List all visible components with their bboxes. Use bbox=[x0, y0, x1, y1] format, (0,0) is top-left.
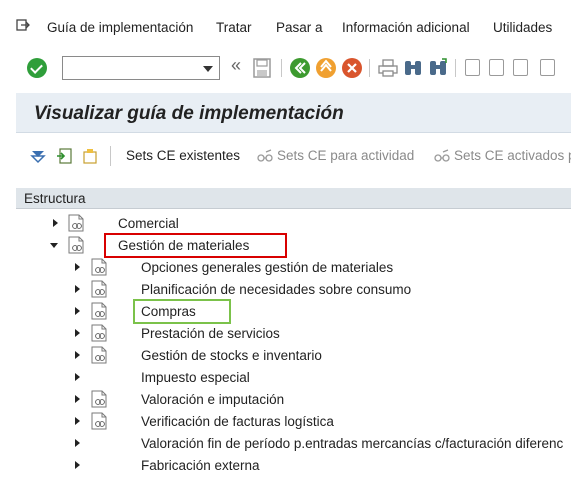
highlight-box-red bbox=[104, 233, 287, 258]
documentation-icon[interactable] bbox=[91, 324, 107, 342]
system-toolbar: « bbox=[0, 50, 571, 86]
toolbar-separator bbox=[369, 59, 370, 77]
expand-arrow-icon[interactable] bbox=[75, 351, 80, 359]
tree-node-valoracion-imputacion[interactable]: Valoración e imputación bbox=[16, 388, 571, 410]
tree-node-comercial[interactable]: Comercial bbox=[16, 212, 571, 234]
expand-all-icon[interactable] bbox=[30, 148, 46, 164]
expand-arrow-icon[interactable] bbox=[75, 263, 80, 271]
expand-arrow-icon[interactable] bbox=[75, 329, 80, 337]
tree-node-gestion-materiales[interactable]: Gestión de materiales bbox=[16, 234, 571, 256]
application-toolbar: Sets CE existentes Sets CE para activida… bbox=[16, 134, 571, 178]
first-page-icon[interactable] bbox=[465, 59, 480, 76]
toolbar-separator bbox=[281, 59, 282, 77]
command-field[interactable] bbox=[62, 56, 220, 80]
documentation-icon[interactable] bbox=[91, 258, 107, 276]
sets-ce-activados-button[interactable]: Sets CE activados p bbox=[454, 148, 571, 163]
tree-node-label: Planificación de necesidades sobre consu… bbox=[141, 282, 412, 297]
tree-node-prestacion-servicios[interactable]: Prestación de servicios bbox=[16, 322, 571, 344]
expand-arrow-icon[interactable] bbox=[75, 373, 80, 381]
enter-icon[interactable] bbox=[27, 58, 47, 78]
save-icon[interactable] bbox=[253, 58, 271, 78]
tree-node-label: Valoración fin de período p.entradas mer… bbox=[141, 436, 564, 451]
documentation-icon[interactable] bbox=[91, 280, 107, 298]
page-title: Visualizar guía de implementación bbox=[34, 103, 344, 124]
tree-header: Estructura bbox=[16, 188, 571, 209]
last-page-icon[interactable] bbox=[540, 59, 555, 76]
toolbar-separator bbox=[110, 146, 111, 166]
glasses-icon bbox=[257, 149, 273, 162]
chevron-down-icon[interactable] bbox=[203, 66, 213, 72]
sets-ce-existentes-button[interactable]: Sets CE existentes bbox=[126, 148, 240, 163]
documentation-icon[interactable] bbox=[68, 214, 84, 232]
previous-page-icon[interactable] bbox=[489, 59, 504, 76]
tree-node-opciones-generales[interactable]: Opciones generales gestión de materiales bbox=[16, 256, 571, 278]
expand-arrow-icon[interactable] bbox=[75, 285, 80, 293]
documentation-icon[interactable] bbox=[91, 302, 107, 320]
tree-node-label: Valoración e imputación bbox=[141, 392, 285, 407]
print-icon[interactable] bbox=[378, 59, 398, 77]
expand-arrow-icon[interactable] bbox=[75, 417, 80, 425]
tree-node-fabricacion-externa[interactable]: Fabricación externa bbox=[16, 454, 571, 476]
tree-node-label: Prestación de servicios bbox=[141, 326, 280, 341]
tree-node-planificacion[interactable]: Planificación de necesidades sobre consu… bbox=[16, 278, 571, 300]
tree-node-verificacion-facturas[interactable]: Verificación de facturas logística bbox=[16, 410, 571, 432]
exit-icon[interactable] bbox=[316, 58, 336, 78]
find-icon[interactable] bbox=[403, 58, 423, 78]
menu-pasar-a[interactable]: Pasar a bbox=[276, 20, 323, 35]
back-icon[interactable] bbox=[290, 58, 310, 78]
collapse-icon[interactable]: « bbox=[231, 55, 241, 76]
documentation-icon[interactable] bbox=[91, 412, 107, 430]
toolbar-separator bbox=[455, 59, 456, 77]
find-next-icon[interactable] bbox=[428, 58, 448, 78]
expand-arrow-icon[interactable] bbox=[53, 219, 58, 227]
menu-utilidades[interactable]: Utilidades bbox=[493, 20, 552, 35]
next-page-icon[interactable] bbox=[513, 59, 528, 76]
menu-guia-implementacion[interactable]: Guía de implementación bbox=[47, 20, 193, 35]
exit-menu-icon[interactable] bbox=[16, 19, 30, 31]
menu-tratar[interactable]: Tratar bbox=[216, 20, 252, 35]
documentation-icon[interactable] bbox=[68, 236, 84, 254]
title-bar: Visualizar guía de implementación bbox=[16, 93, 571, 133]
cancel-icon[interactable] bbox=[342, 58, 362, 78]
glasses-icon bbox=[434, 149, 450, 162]
structure-tree: Estructura Comercial Gestión de material… bbox=[16, 188, 571, 482]
sets-ce-para-actividad-button[interactable]: Sets CE para actividad bbox=[277, 148, 414, 163]
highlight-box-green bbox=[133, 299, 231, 324]
tree-header-label: Estructura bbox=[24, 191, 86, 206]
tree-node-label: Impuesto especial bbox=[141, 370, 250, 385]
tree-node-label: Fabricación externa bbox=[141, 458, 260, 473]
expand-arrow-icon[interactable] bbox=[75, 307, 80, 315]
tree-node-gestion-stocks[interactable]: Gestión de stocks e inventario bbox=[16, 344, 571, 366]
expand-arrow-icon[interactable] bbox=[75, 461, 80, 469]
export-icon[interactable] bbox=[56, 148, 72, 164]
menu-bar: Guía de implementación Tratar Pasar a In… bbox=[0, 0, 571, 50]
tree-node-valoracion-fin-periodo[interactable]: Valoración fin de período p.entradas mer… bbox=[16, 432, 571, 454]
expand-arrow-icon[interactable] bbox=[75, 395, 80, 403]
documentation-icon[interactable] bbox=[91, 346, 107, 364]
expand-arrow-icon[interactable] bbox=[75, 439, 80, 447]
tree-node-label: Opciones generales gestión de materiales bbox=[141, 260, 394, 275]
tree-node-label: Gestión de stocks e inventario bbox=[141, 348, 322, 363]
tree-node-label: Verificación de facturas logística bbox=[141, 414, 334, 429]
tree-node-label: Comercial bbox=[118, 216, 179, 231]
documentation-icon[interactable] bbox=[91, 390, 107, 408]
tree-node-compras[interactable]: Compras bbox=[16, 300, 571, 322]
menu-informacion-adicional[interactable]: Información adicional bbox=[342, 20, 470, 35]
tree-node-impuesto-especial[interactable]: Impuesto especial bbox=[16, 366, 571, 388]
collapse-arrow-icon[interactable] bbox=[50, 243, 58, 248]
folder-icon[interactable] bbox=[82, 148, 98, 164]
